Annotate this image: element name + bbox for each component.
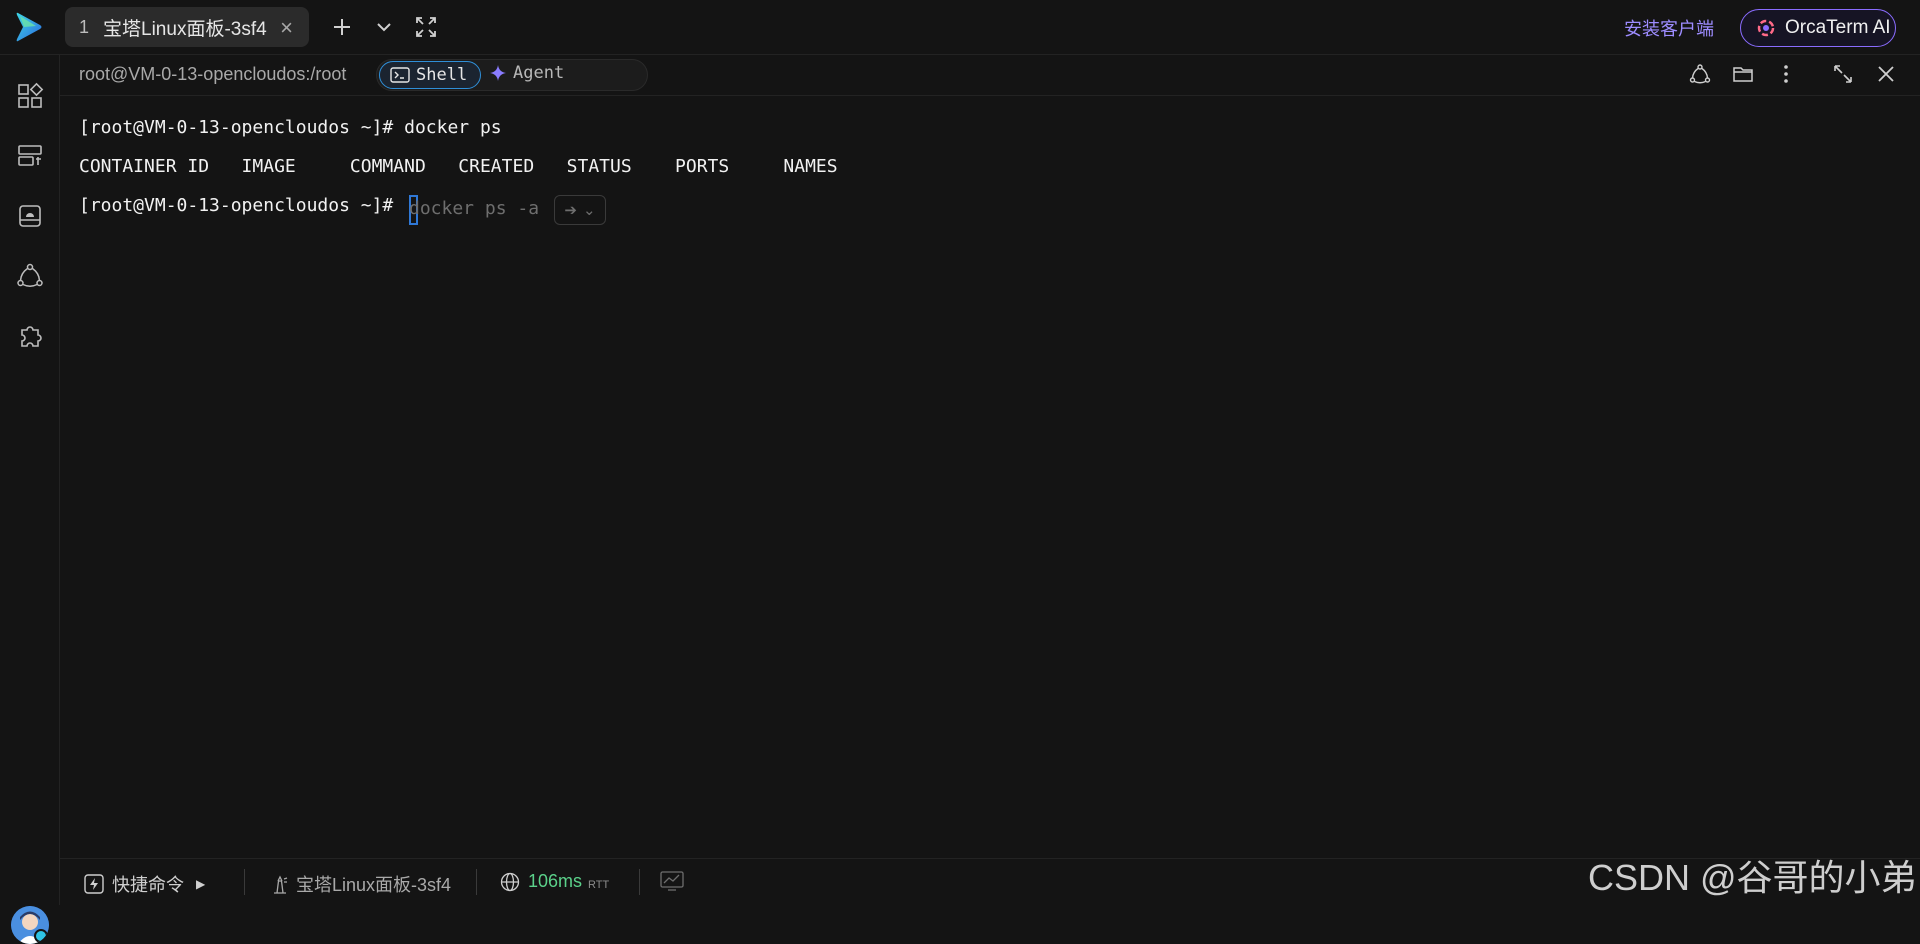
install-client-link[interactable]: 安装客户端 [1624,15,1714,41]
close-icon[interactable]: × [280,15,293,41]
command-suggestion: docker ps -a [409,198,540,219]
mode-toggle: Shell Agent [376,59,648,91]
share-network-icon[interactable] [16,262,44,290]
session-path: root@VM-0-13-opencloudos:/root [79,64,347,84]
sparkle-icon [490,65,506,81]
tab-title: 宝塔Linux面板-3sf4 [103,18,267,40]
app-logo-icon[interactable] [14,10,46,44]
expand-icon[interactable] [1832,63,1854,85]
arrow-right-icon: ➔ [564,202,577,219]
quick-commands-button[interactable]: 快捷命令 ▶ [84,871,205,897]
rtt-value: 106ms [528,871,583,891]
rtt-unit: RTT [588,878,610,891]
quick-commands-label: 快捷命令 [112,875,184,895]
storage-icon[interactable] [16,202,44,230]
plugin-icon[interactable] [16,322,44,350]
avatar-icon [11,906,49,944]
shell-mode-button[interactable]: Shell [379,61,481,89]
agent-mode-label: Agent [513,63,565,83]
terminal-icon [390,67,410,83]
network-latency[interactable]: 106ms RTT [500,871,609,892]
divider [639,869,640,895]
shell-mode-label: Shell [416,65,468,85]
server-name: 宝塔Linux面板-3sf4 [296,875,452,895]
monitor-button[interactable] [660,871,684,891]
folder-icon[interactable] [1732,63,1754,85]
agent-mode-button[interactable]: Agent [489,63,564,83]
share-network-icon[interactable] [1689,63,1711,85]
tab-index: 1 [79,16,90,37]
user-avatar[interactable] [11,906,49,944]
tab-session-1[interactable]: 1 宝塔Linux面板-3sf4 × [65,7,309,47]
divider [476,869,477,895]
server-list-icon[interactable] [16,142,44,170]
chevron-down-icon: ⌄ [583,202,596,219]
session-header: root@VM-0-13-opencloudos:/root Shell Age… [60,55,1920,96]
accept-suggestion-button[interactable]: ➔ ⌄ [554,195,606,225]
apps-grid-icon[interactable] [16,82,44,110]
lightning-icon [84,874,104,894]
globe-icon [500,872,520,891]
monitor-chart-icon [660,871,684,891]
more-vertical-icon[interactable] [1775,63,1797,85]
caret-right-icon: ▶ [196,877,206,891]
lighthouse-icon [274,875,288,894]
terminal-output[interactable]: [root@VM-0-13-opencloudos ~]# docker ps … [60,96,1920,856]
fullscreen-icon[interactable] [414,15,438,39]
server-indicator[interactable]: 宝塔Linux面板-3sf4 [270,871,451,897]
orcaterm-ai-button[interactable]: OrcaTerm AI [1740,9,1896,47]
divider [244,869,245,895]
chevron-down-icon[interactable] [372,15,396,39]
plus-icon[interactable] [330,15,354,39]
top-bar: 1 宝塔Linux面板-3sf4 × 安装客户端 OrcaTerm AI [0,0,1920,55]
close-icon[interactable] [1875,63,1897,85]
left-sidebar [0,55,60,944]
orcaterm-ai-label: OrcaTerm AI [1785,17,1891,38]
watermark-text: CSDN @谷哥的小弟 [1588,857,1917,898]
orcaterm-ai-icon [1757,19,1775,37]
